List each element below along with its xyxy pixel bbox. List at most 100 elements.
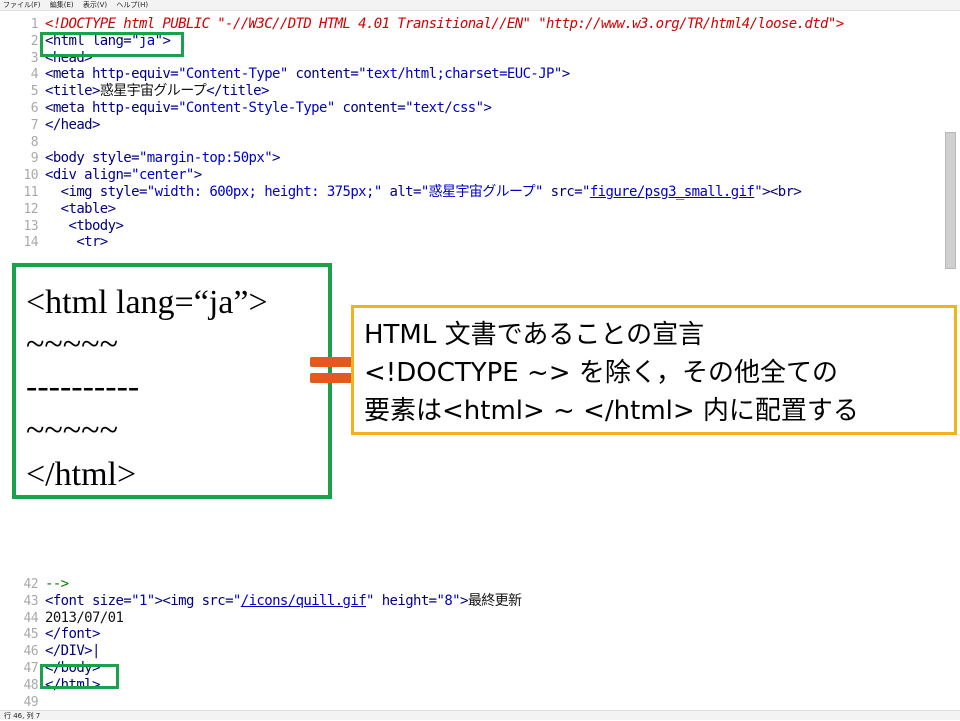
line-number: 47	[23, 661, 39, 676]
line-number: 6	[30, 101, 39, 116]
code-token: <table>	[45, 200, 116, 217]
code-line[interactable]: 42 -->	[0, 576, 940, 593]
scrollbar-thumb[interactable]	[945, 132, 956, 269]
explanation-line: HTML 文書であることの宣言	[364, 320, 705, 350]
code-line[interactable]: 47 </body>	[0, 660, 940, 677]
code-line[interactable]: 12 <table>	[0, 201, 940, 218]
code-token: 惑星宇宙グループ	[99, 83, 207, 100]
line-number: 4	[30, 67, 39, 83]
line-code: -->	[45, 576, 69, 593]
code-token: "margin-top:50px"	[138, 150, 273, 167]
line-code: <meta http-equiv="Content-Type" content=…	[45, 66, 570, 83]
code-token: "width: 600px; height: 375px;"	[146, 184, 382, 200]
structure-line: ----------	[26, 368, 140, 405]
structure-line: ~~~~~	[26, 326, 118, 363]
explanation-callout: HTML 文書であることの宣言 <!DOCTYPE ~> を除く，その他全ての …	[351, 305, 957, 435]
code-line[interactable]: 48 </html>	[0, 677, 940, 694]
code-token: src=	[542, 184, 583, 200]
line-code: </font>	[45, 626, 100, 643]
code-token[interactable]: figure/psg3_small.gif	[590, 184, 755, 200]
line-code: <title>惑星宇宙グループ</title>	[45, 83, 269, 100]
code-token: "	[366, 592, 374, 609]
code-token: <meta http-equiv=	[45, 66, 179, 83]
line-number: 12	[23, 201, 39, 217]
html-open-tag-highlight	[40, 32, 184, 57]
code-line[interactable]: 5 <title>惑星宇宙グループ</title>	[0, 83, 940, 100]
line-code: </DIV>|	[45, 643, 100, 660]
code-token: <tr>	[45, 234, 108, 251]
code-token: <tbody>	[45, 217, 124, 234]
code-token: <title>	[45, 83, 100, 100]
line-code: <font size="1"><img src="/icons/quill.gi…	[45, 592, 522, 610]
code-token: "惑星宇宙グループ"	[420, 184, 544, 200]
code-line[interactable]: 14 <tr>	[0, 234, 940, 251]
line-code: <meta http-equiv="Content-Style-Type" co…	[45, 100, 492, 117]
line-number: 48	[23, 677, 39, 693]
code-token: "8"	[436, 592, 461, 609]
code-token: alt=	[381, 184, 421, 200]
code-token: "center"	[131, 167, 194, 184]
code-token: <meta http-equiv=	[45, 100, 179, 116]
code-line[interactable]: 9 <body style="margin-top:50px">	[0, 150, 940, 167]
line-code: <table>	[45, 200, 116, 218]
code-token: <body style=	[45, 150, 140, 167]
code-line[interactable]: 44 2013/07/01	[0, 610, 940, 627]
code-token: </font>	[45, 626, 100, 643]
html-structure-callout: <html lang=“ja”> ~~~~~ ---------- ~~~~~ …	[12, 263, 332, 499]
line-number: 2	[30, 33, 39, 49]
line-number: 3	[30, 50, 39, 66]
code-line[interactable]: 8	[0, 134, 940, 151]
code-token: content=	[334, 100, 406, 116]
equals-icon	[310, 357, 352, 385]
code-token: height=	[373, 592, 437, 609]
code-token: "	[754, 184, 763, 200]
code-line[interactable]: 1 <!DOCTYPE html PUBLIC "-//W3C//DTD HTML…	[0, 16, 940, 33]
line-number: 5	[30, 84, 39, 100]
structure-line: ~~~~~	[26, 412, 118, 449]
code-token: 最終更新	[467, 592, 522, 609]
line-number: 9	[30, 151, 39, 167]
line-code: <body style="margin-top:50px">	[45, 150, 280, 167]
line-number: 11	[23, 185, 39, 200]
code-token: -->	[45, 576, 69, 592]
line-code: <img style="width: 600px; height: 375px;…	[45, 184, 802, 201]
line-code: <tr>	[45, 234, 108, 251]
code-line[interactable]: 49	[0, 694, 940, 711]
code-line[interactable]: 4 <meta http-equiv="Content-Type" content…	[0, 66, 940, 83]
code-token: <img style=	[45, 184, 148, 200]
code-token: "	[232, 592, 241, 609]
code-token: >	[460, 592, 468, 609]
line-number: 49	[23, 694, 39, 710]
line-number: 44	[23, 610, 39, 626]
line-code: <div align="center">	[45, 167, 202, 184]
code-line[interactable]: 7 </head>	[0, 117, 940, 134]
code-token: </DIV>|	[45, 643, 100, 660]
line-number: 14	[23, 235, 39, 251]
code-line[interactable]: 6 <meta http-equiv="Content-Style-Type" c…	[0, 100, 940, 117]
code-token: </title>	[206, 83, 269, 100]
menu-help[interactable]: ヘルプ(H)	[116, 1, 148, 9]
menu-edit[interactable]: 編集(E)	[50, 1, 74, 9]
code-token: >	[561, 66, 570, 83]
code-token: "Content-Style-Type"	[178, 100, 335, 116]
line-number: 46	[23, 644, 39, 660]
code-token: "1"	[131, 592, 155, 609]
line-number: 7	[30, 117, 39, 133]
explanation-line: <!DOCTYPE ~> を除く，その他全ての	[364, 358, 839, 388]
line-code: </head>	[45, 117, 100, 134]
line-number: 1	[30, 17, 39, 32]
code-line[interactable]: 43 <font size="1"><img src="/icons/quill.…	[0, 593, 940, 610]
code-line[interactable]: 13 <tbody>	[0, 218, 940, 235]
code-line[interactable]: 46 </DIV>|	[0, 643, 940, 660]
menu-view[interactable]: 表示(V)	[83, 1, 107, 9]
code-line[interactable]: 45 </font>	[0, 626, 940, 643]
code-line[interactable]: 10 <div align="center">	[0, 167, 940, 184]
code-token: >	[483, 100, 492, 116]
html-close-tag-highlight	[40, 664, 119, 689]
code-token: "text/css"	[405, 100, 484, 116]
line-number: 43	[23, 593, 39, 609]
code-line[interactable]: 11 <img style="width: 600px; height: 375…	[0, 184, 940, 201]
code-token[interactable]: /icons/quill.gif	[241, 593, 367, 609]
line-code: <!DOCTYPE html PUBLIC "-//W3C//DTD HTML …	[45, 16, 844, 33]
menu-file[interactable]: ファイル(F)	[3, 1, 41, 9]
